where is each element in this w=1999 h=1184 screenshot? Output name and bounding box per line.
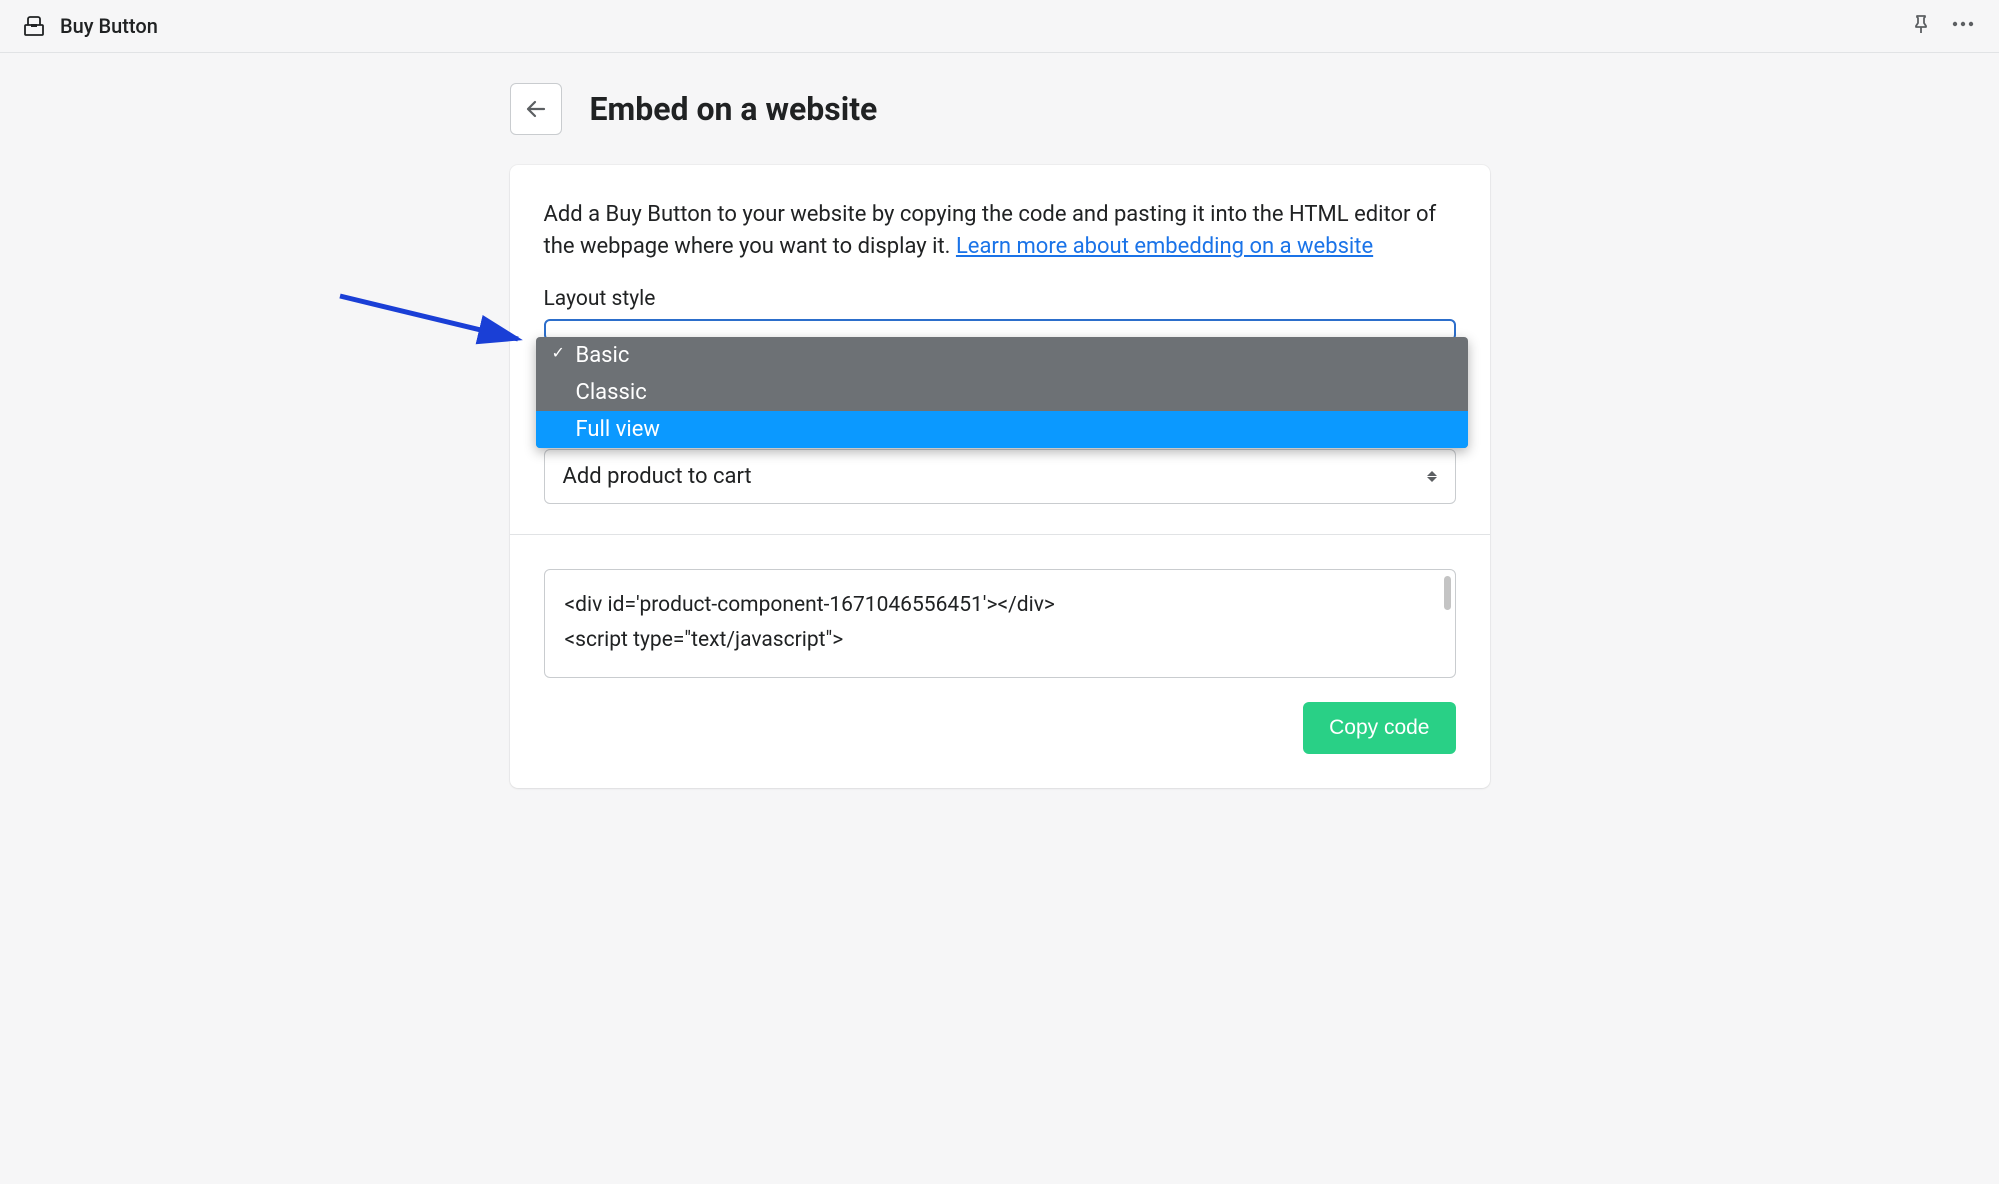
content-area: Embed on a website Add a Buy Button to y… xyxy=(510,53,1490,818)
top-bar: Buy Button xyxy=(0,0,1999,53)
dropdown-option-classic[interactable]: Classic xyxy=(536,374,1468,411)
dropdown-option-basic[interactable]: Basic xyxy=(536,337,1468,374)
layout-style-dropdown: Basic Classic Full view xyxy=(536,337,1468,448)
card-section-intro: Add a Buy Button to your website by copy… xyxy=(510,165,1490,534)
top-bar-left: Buy Button xyxy=(24,14,158,38)
learn-more-link[interactable]: Learn more about embedding on a website xyxy=(956,234,1373,259)
copy-button-row: Copy code xyxy=(544,702,1456,754)
top-bar-right xyxy=(1911,14,1975,38)
code-section: <div id='product-component-1671046556451… xyxy=(510,535,1490,788)
page-header: Embed on a website xyxy=(510,83,1490,135)
arrow-left-icon xyxy=(525,98,547,120)
buy-button-app-icon xyxy=(24,16,44,36)
action-select-value: Add product to cart xyxy=(563,464,752,489)
arrow-annotation xyxy=(330,291,530,351)
intro-paragraph: Add a Buy Button to your website by copy… xyxy=(544,199,1456,263)
code-line-2: <script type="text/javascript"> xyxy=(565,628,844,652)
more-icon[interactable] xyxy=(1951,14,1975,38)
action-select[interactable]: Add product to cart xyxy=(544,449,1456,504)
pin-icon[interactable] xyxy=(1911,14,1931,38)
embed-code-box[interactable]: <div id='product-component-1671046556451… xyxy=(544,569,1456,678)
copy-code-button[interactable]: Copy code xyxy=(1303,702,1455,754)
layout-style-label: Layout style xyxy=(544,287,1456,311)
page-title: Embed on a website xyxy=(590,90,878,128)
select-chevrons-icon xyxy=(1427,471,1437,482)
main-card: Add a Buy Button to your website by copy… xyxy=(510,165,1490,788)
layout-style-select-wrapper: Basic Classic Full view xyxy=(544,319,1456,341)
scrollbar[interactable] xyxy=(1444,576,1451,610)
dropdown-option-full-view[interactable]: Full view xyxy=(536,411,1468,448)
app-title: Buy Button xyxy=(60,14,158,38)
code-line-1: <div id='product-component-1671046556451… xyxy=(565,593,1055,617)
back-button[interactable] xyxy=(510,83,562,135)
